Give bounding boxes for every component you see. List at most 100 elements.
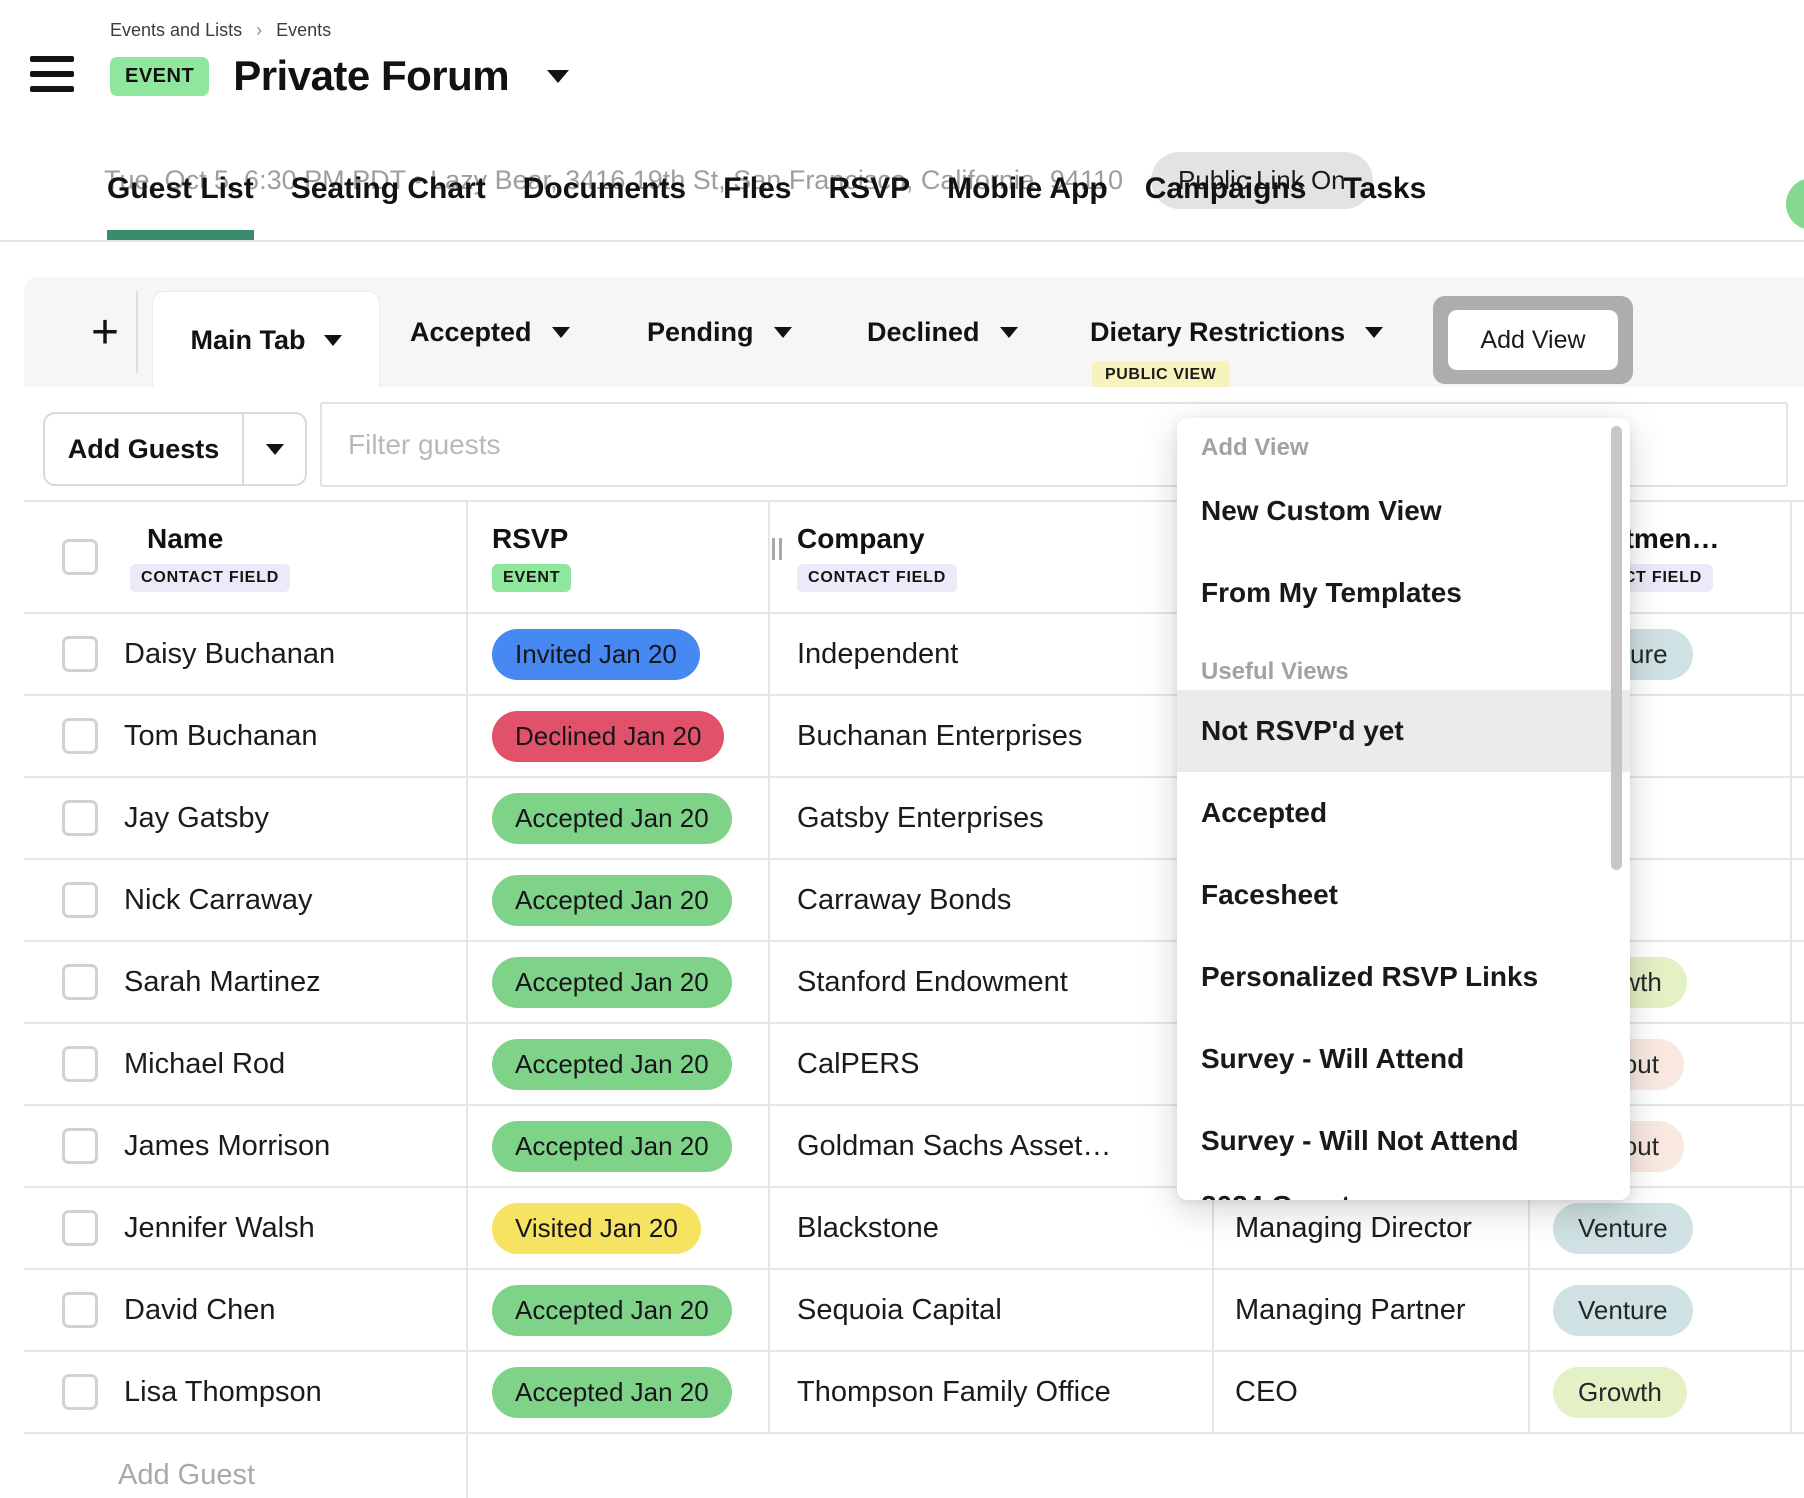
chevron-down-icon [266,444,284,455]
row-checkbox[interactable] [62,1128,98,1164]
menu-item-new-custom-view[interactable]: New Custom View [1177,470,1630,552]
view-tab-main-tab[interactable]: Main Tab [152,291,380,388]
rsvp-status-pill[interactable]: Accepted Jan 20 [492,1039,732,1090]
tab-files[interactable]: Files [723,172,791,240]
guest-name-cell: Sarah Martinez [24,942,468,1022]
company-cell: Carraway Bonds [770,860,1214,940]
guest-name-cell: Michael Rod [24,1024,468,1104]
view-tab-strip: + Main Tab Accepted Pending Declined Die… [24,277,1804,387]
menu-item-facesheet[interactable]: Facesheet [1177,854,1630,936]
breadcrumb-events-and-lists[interactable]: Events and Lists [110,20,242,41]
column-resize-handle[interactable] [772,538,782,560]
add-view-button-focus-ring: Add View [1433,296,1633,384]
column-label: Company [797,523,957,555]
rsvp-cell: Declined Jan 20 [468,696,770,776]
row-checkbox[interactable] [62,636,98,672]
company-cell: Independent [770,614,1214,694]
rsvp-status-pill[interactable]: Accepted Jan 20 [492,875,732,926]
select-all-checkbox[interactable] [62,539,98,575]
rsvp-cell: Accepted Jan 20 [468,1270,770,1350]
guest-title: Managing Director [1235,1212,1472,1245]
column-header-name: NameCONTACT FIELD [24,502,468,612]
row-checkbox[interactable] [62,1292,98,1328]
title-cell: CEO [1214,1352,1530,1432]
row-checkbox[interactable] [62,1210,98,1246]
add-guest-row[interactable]: Add Guest [24,1434,1804,1498]
chevron-down-icon[interactable] [1365,327,1383,338]
menu-item-2024-guests[interactable]: 2024 Guests [1177,1182,1630,1200]
rsvp-status-pill[interactable]: Accepted Jan 20 [492,1285,732,1336]
add-tab-button[interactable]: + [72,277,138,387]
view-tab-pending[interactable]: Pending [647,277,792,387]
add-guests-dropdown-button[interactable] [244,444,305,455]
company-name: Thompson Family Office [797,1376,1111,1409]
menu-item-accepted[interactable]: Accepted [1177,772,1630,854]
row-checkbox[interactable] [62,1046,98,1082]
row-checkbox[interactable] [62,1374,98,1410]
row-checkbox[interactable] [62,800,98,836]
menu-item-from-my-templates[interactable]: From My Templates [1177,552,1630,634]
rsvp-status-pill[interactable]: Declined Jan 20 [492,711,724,762]
table-row: David ChenAccepted Jan 20Sequoia Capital… [24,1270,1804,1352]
company-cell: Sequoia Capital [770,1270,1214,1350]
company-name: Independent [797,638,958,671]
rsvp-status-pill[interactable]: Accepted Jan 20 [492,1367,732,1418]
public-view-badge: PUBLIC VIEW [1092,361,1230,389]
rsvp-status-pill[interactable]: Accepted Jan 20 [492,957,732,1008]
chevron-down-icon[interactable] [774,327,792,338]
menu-item-not-rsvp-d-yet[interactable]: Not RSVP'd yet [1177,690,1630,772]
add-guests-button[interactable]: Add Guests [45,434,242,465]
tab-rsvp[interactable]: RSVP [828,172,910,240]
guest-name: Tom Buchanan [124,720,317,753]
avatar[interactable] [1786,178,1804,230]
rsvp-status-pill[interactable]: Accepted Jan 20 [492,793,732,844]
hamburger-menu-icon[interactable] [30,56,74,94]
add-guests-split-button[interactable]: Add Guests [43,412,307,486]
rsvp-status-pill[interactable]: Accepted Jan 20 [492,1121,732,1172]
title-row: EVENT Private Forum [110,52,569,100]
tab-seating-chart[interactable]: Seating Chart [291,172,486,240]
guest-name-cell: James Morrison [24,1106,468,1186]
tab-documents[interactable]: Documents [523,172,686,240]
rsvp-cell: Accepted Jan 20 [468,860,770,940]
menu-item-survey-will-not-attend[interactable]: Survey - Will Not Attend [1177,1100,1630,1182]
menu-item-survey-will-attend[interactable]: Survey - Will Attend [1177,1018,1630,1100]
segment-badge: Growth [1553,1367,1687,1418]
page-title: Private Forum [233,52,509,100]
breadcrumb-events[interactable]: Events [276,20,331,41]
row-checkbox[interactable] [62,964,98,1000]
view-tab-accepted[interactable]: Accepted [410,277,570,387]
rsvp-cell: Accepted Jan 20 [468,1352,770,1432]
chevron-down-icon[interactable] [324,335,342,346]
table-row: Jennifer WalshVisited Jan 20BlackstoneMa… [24,1188,1804,1270]
row-checkbox[interactable] [62,718,98,754]
guest-name: Nick Carraway [124,884,313,917]
segment-cell: Venture [1530,1270,1792,1350]
segment-badge: Venture [1553,1203,1693,1254]
guest-name-cell: Jennifer Walsh [24,1188,468,1268]
company-cell: Thompson Family Office [770,1352,1214,1432]
rsvp-status-pill[interactable]: Visited Jan 20 [492,1203,701,1254]
rsvp-cell: Invited Jan 20 [468,614,770,694]
rsvp-cell: Visited Jan 20 [468,1188,770,1268]
tab-campaigns[interactable]: Campaigns [1145,172,1307,240]
guest-name-cell: Nick Carraway [24,860,468,940]
tab-mobile-app[interactable]: Mobile App [947,172,1108,240]
add-guest-placeholder[interactable]: Add Guest [24,1459,255,1492]
chevron-down-icon[interactable] [552,327,570,338]
rsvp-status-pill[interactable]: Invited Jan 20 [492,629,700,680]
tab-tasks[interactable]: Tasks [1343,172,1426,240]
view-tab-declined[interactable]: Declined [867,277,1018,387]
chevron-down-icon[interactable] [1000,327,1018,338]
company-name: CalPERS [797,1048,920,1081]
menu-scrollbar[interactable] [1611,426,1622,870]
row-checkbox[interactable] [62,882,98,918]
title-chevron-down-icon[interactable] [547,70,569,83]
tab-guest-list[interactable]: Guest List [107,172,254,240]
column-header-company: CompanyCONTACT FIELD [770,502,1214,612]
column-type-badge: EVENT [492,564,571,592]
rsvp-cell: Accepted Jan 20 [468,778,770,858]
column-type-badge: CONTACT FIELD [130,564,290,592]
add-view-button[interactable]: Add View [1448,310,1618,370]
menu-item-personalized-rsvp-links[interactable]: Personalized RSVP Links [1177,936,1630,1018]
